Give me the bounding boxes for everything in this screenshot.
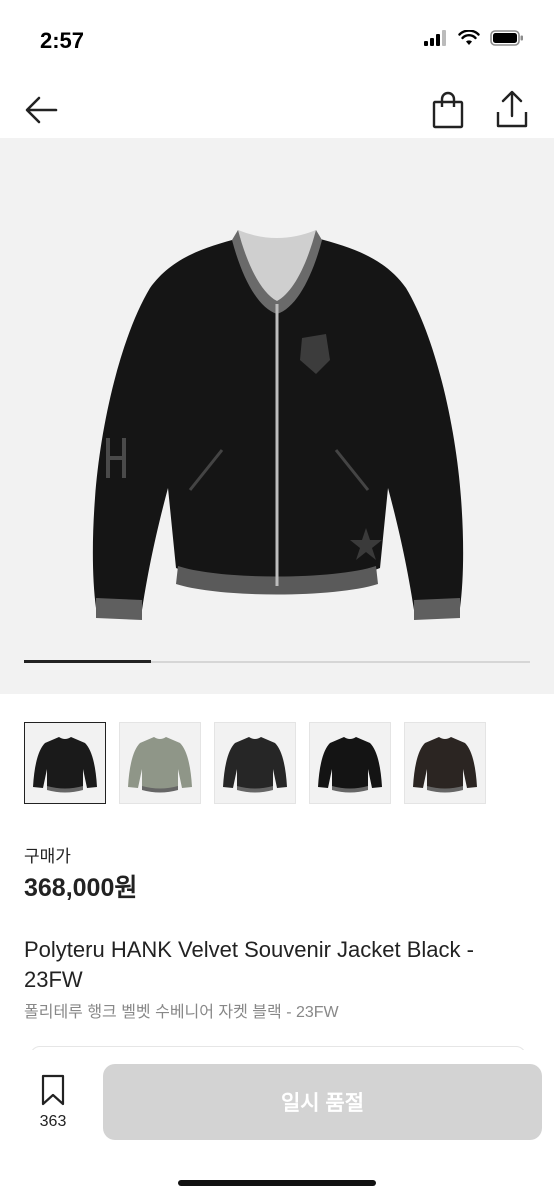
cellular-signal-icon [424, 30, 446, 46]
shopping-bag-icon [432, 91, 464, 129]
thumbnail-1[interactable] [24, 722, 106, 804]
thumbnail-jacket-image [33, 737, 97, 793]
bookmark-icon [41, 1074, 65, 1106]
price-label: 구매가 [24, 847, 71, 866]
thumbnail-3[interactable] [214, 722, 296, 804]
soldout-button[interactable]: 일시 품절 [103, 1064, 542, 1140]
jacket-image [92, 230, 464, 620]
status-icons [424, 30, 524, 46]
cart-button[interactable] [430, 90, 466, 130]
status-bar: 2:57 [0, 0, 554, 82]
status-time: 2:57 [40, 28, 85, 53]
arrow-left-icon [25, 96, 58, 124]
back-button[interactable] [22, 90, 62, 130]
product-image-carousel[interactable] [0, 138, 554, 694]
share-button[interactable] [494, 88, 530, 130]
carousel-progress-fill [24, 660, 151, 663]
carousel-progress-track [24, 660, 530, 663]
product-subtitle-korean: 폴리테루 행크 벨벳 수베니어 자켓 블랙 - 23FW [24, 1004, 339, 1021]
thumbnail-5[interactable] [404, 722, 486, 804]
thumbnail-4[interactable] [309, 722, 391, 804]
thumbnail-jacket-image [128, 737, 192, 793]
battery-icon [490, 30, 523, 46]
thumbnail-2[interactable] [119, 722, 201, 804]
thumbnail-jacket-image [413, 737, 477, 793]
bottom-action-bar: 363 일시 품절 [0, 1050, 554, 1200]
product-title: Polyteru HANK Velvet Souvenir Jacket Bla… [24, 937, 474, 992]
bookmark-button[interactable]: 363 [30, 1074, 76, 1134]
wifi-icon [458, 30, 480, 45]
top-nav-bar [0, 82, 554, 138]
home-indicator [178, 1180, 376, 1186]
thumbnail-jacket-image [223, 737, 287, 793]
share-icon [496, 90, 528, 128]
product-price: 368,000원 [24, 874, 138, 902]
thumbnail-strip [24, 722, 486, 804]
bookmark-count: 363 [39, 1113, 67, 1130]
thumbnail-jacket-image [318, 737, 382, 793]
